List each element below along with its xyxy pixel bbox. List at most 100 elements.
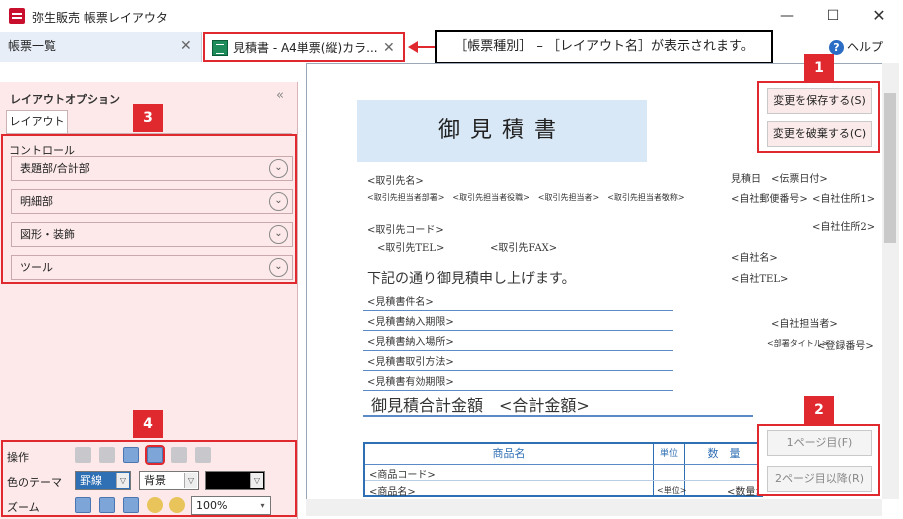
accordion-header-summary[interactable]: 表題部/合計部 ⌄ xyxy=(11,156,293,181)
field-addr2[interactable]: <自社住所2> xyxy=(812,218,875,233)
save-button[interactable]: 変更を保存する(S) xyxy=(767,88,872,114)
page-select-group: 1ページ目(F) 2ページ目以降(R) xyxy=(757,424,880,496)
badge-1: 1 xyxy=(804,54,834,82)
field-staff[interactable]: <自社担当者> xyxy=(771,315,838,330)
zoom-value: 100% xyxy=(196,499,228,512)
background-label: 背景 xyxy=(144,474,166,487)
field-customer-code[interactable]: <取引先コード> xyxy=(367,221,444,236)
accordion-label: 図形・装飾 xyxy=(20,228,75,241)
header-rule xyxy=(365,464,761,465)
discard-button[interactable]: 変更を破棄する(C) xyxy=(767,121,872,147)
accordion-detail[interactable]: 明細部 ⌄ xyxy=(11,189,293,214)
tab-close-icon[interactable]: ✕ xyxy=(180,32,192,60)
accordion-label: ツール xyxy=(20,261,53,274)
help-label: ヘルプ xyxy=(847,40,884,54)
tab-layout[interactable]: レイアウト xyxy=(6,110,68,134)
accordion-tools[interactable]: ツール ⌄ xyxy=(11,255,293,280)
accordion-label: 表題部/合計部 xyxy=(20,162,90,175)
tab-report-list-label: 帳票一覧 xyxy=(8,39,57,53)
text-color-select[interactable]: ▽ xyxy=(205,471,265,490)
panel-title: レイアウトオプション xyxy=(10,93,120,106)
field-addr1[interactable]: <自社住所1> xyxy=(812,190,875,205)
fit-page-icon[interactable] xyxy=(75,497,91,513)
badge-2: 2 xyxy=(804,396,834,424)
field-customer-tel[interactable]: <取引先TEL> xyxy=(377,239,444,254)
minimize-button[interactable]: — xyxy=(764,0,810,32)
field-item-name[interactable]: <見積書件名> xyxy=(367,293,434,308)
rule-line xyxy=(363,310,673,311)
badge-3: 3 xyxy=(133,104,163,132)
field-company-tel[interactable]: <自社TEL> xyxy=(731,270,788,285)
field-total[interactable]: 御見積合計金額 <合計金額> xyxy=(371,392,590,416)
rule-line xyxy=(363,330,673,331)
page1-button[interactable]: 1ページ目(F) xyxy=(767,430,872,456)
save-discard-group: 変更を保存する(S) 変更を破棄する(C) xyxy=(757,81,880,153)
field-row-code[interactable]: <商品コード> xyxy=(369,466,436,481)
dropdown-icon: ▽ xyxy=(184,473,197,488)
fit-width-icon[interactable] xyxy=(123,497,139,513)
field-method[interactable]: <見積書取引方法> xyxy=(367,353,454,368)
collapse-icon[interactable]: « xyxy=(276,88,284,103)
rule-line xyxy=(363,370,673,371)
zoom-in-icon[interactable] xyxy=(169,497,185,513)
line-color-select[interactable]: 罫線 ▽ xyxy=(75,471,131,490)
zoom-out-icon[interactable] xyxy=(147,497,163,513)
chevron-down-icon: ⌄ xyxy=(269,225,288,244)
tab-close-icon[interactable]: ✕ xyxy=(383,34,395,62)
rule-line xyxy=(363,350,673,351)
vertical-scrollbar[interactable] xyxy=(882,63,899,499)
col-item: 商品名 xyxy=(492,447,526,460)
accordion-label: 明細部 xyxy=(20,195,53,208)
zoom-label: ズーム xyxy=(7,501,40,514)
dropdown-icon: ▽ xyxy=(116,473,129,488)
chevron-down-icon: ⌄ xyxy=(269,159,288,178)
bring-front-icon[interactable] xyxy=(171,447,187,463)
accordion-shapes[interactable]: 図形・装飾 ⌄ xyxy=(11,222,293,247)
greeting-text[interactable]: 下記の通り御見積申し上げます。 xyxy=(367,268,576,288)
undo-icon[interactable] xyxy=(75,447,91,463)
field-customer-contacts[interactable]: <取引先担当者部署> <取引先担当者役職> <取引先担当者> <取引先担当者敬称… xyxy=(367,192,685,203)
zoom-select[interactable]: 100% ▾ xyxy=(191,496,271,515)
callout-arrow-head xyxy=(408,41,418,53)
theme-label: 色のテーマ xyxy=(7,476,62,489)
help-link[interactable]: ? ヘルプ xyxy=(829,38,883,55)
send-back-icon[interactable] xyxy=(195,447,211,463)
field-row-unit[interactable]: <単位> xyxy=(657,485,686,496)
document-icon xyxy=(212,40,228,56)
field-valid[interactable]: <見積書有効期限> xyxy=(367,373,454,388)
badge-4: 4 xyxy=(133,410,163,438)
horizontal-scrollbar[interactable] xyxy=(306,499,882,516)
tab-layout-active[interactable]: 見積書 - A4単票(縦)カラ... ✕ xyxy=(203,32,405,62)
title-bar: 弥生販売 帳票レイアウタ — ☐ ✕ xyxy=(0,0,903,32)
background-color-select[interactable]: 背景 ▽ xyxy=(139,471,199,490)
operations-section: 操作 色のテーマ 罫線 ▽ 背景 ▽ ▽ ズーム 100% ▾ xyxy=(1,440,297,517)
page2-button[interactable]: 2ページ目以降(R) xyxy=(767,466,872,492)
app-icon xyxy=(9,8,25,24)
fit-height-icon[interactable] xyxy=(99,497,115,513)
field-date[interactable]: 見積日 <伝票日付> xyxy=(731,170,828,185)
callout-tab-hint: ［帳票種別］ – ［レイアウト名］が表示されます。 xyxy=(435,30,773,64)
field-customer-fax[interactable]: <取引先FAX> xyxy=(490,239,557,254)
field-company[interactable]: <自社名> xyxy=(731,249,778,264)
redo-icon[interactable] xyxy=(99,447,115,463)
rule-line xyxy=(363,415,753,417)
detail-table[interactable]: 商品名 単位 数 量 <商品コード> <商品名> <単位> <数量> xyxy=(363,442,764,498)
document-title[interactable]: 御見積書 xyxy=(357,100,647,162)
line-color-label: 罫線 xyxy=(80,474,102,487)
field-delivery-date[interactable]: <見積書納入期限> xyxy=(367,313,454,328)
field-row-name[interactable]: <商品名> xyxy=(369,483,416,498)
field-delivery-place[interactable]: <見積書納入場所> xyxy=(367,333,454,348)
dropdown-icon: ▽ xyxy=(250,473,263,488)
close-button[interactable]: ✕ xyxy=(856,0,902,32)
scroll-thumb[interactable] xyxy=(884,93,896,243)
tab-report-list[interactable]: 帳票一覧 ✕ xyxy=(0,32,202,62)
grid-icon[interactable] xyxy=(123,447,139,463)
snap-grid-icon[interactable] xyxy=(145,445,165,465)
tab-layout-label: 見積書 - A4単票(縦)カラ... xyxy=(233,41,378,55)
callout-arrow xyxy=(417,46,436,48)
field-customer[interactable]: <取引先名> xyxy=(367,172,424,187)
field-zip[interactable]: <自社郵便番号> xyxy=(731,190,808,205)
ops-label: 操作 xyxy=(7,451,29,464)
field-reg-no[interactable]: <登録番号> xyxy=(817,337,874,352)
maximize-button[interactable]: ☐ xyxy=(810,0,856,32)
